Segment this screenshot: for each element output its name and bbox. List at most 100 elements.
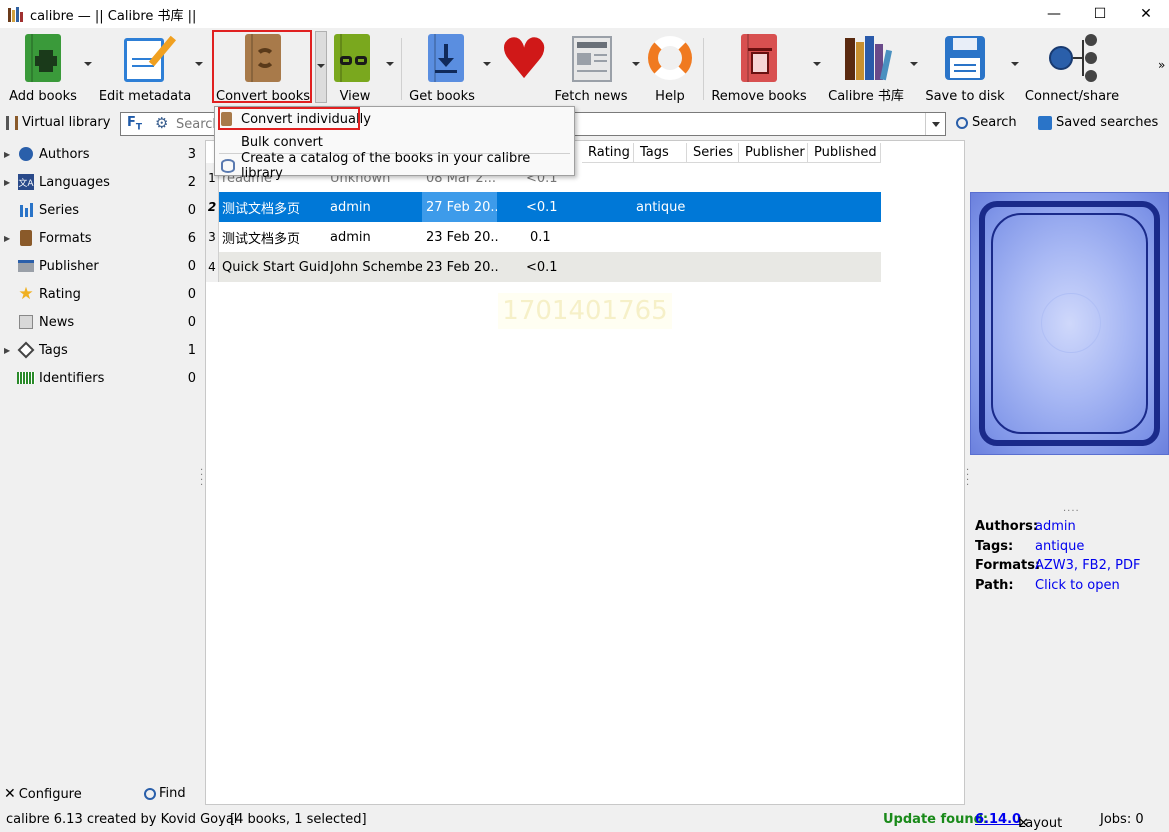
edit-metadata-button[interactable]: Edit metadata (99, 30, 191, 104)
expand-arrow-icon[interactable]: ▶ (4, 150, 10, 159)
column-header-series[interactable]: Series (687, 143, 739, 163)
connect-share-label: Connect/share (1024, 89, 1120, 104)
book-list: Rating Tags Series Publisher Published 1… (205, 140, 965, 805)
fetch-news-label: Fetch news (554, 89, 628, 104)
view-book-icon (328, 32, 382, 82)
details-splitter-handle[interactable]: ···· (1063, 506, 1080, 517)
update-found-label: Update found: (883, 812, 989, 827)
tag-category-series[interactable]: Series 0 (0, 196, 202, 224)
connect-share-button[interactable]: Connect/share (1024, 30, 1120, 104)
view-dropdown-arrow[interactable] (386, 62, 394, 66)
catalog-icon (221, 159, 235, 173)
book-details-panel: ···· Authors:admin Tags: antique Formats:… (969, 140, 1169, 805)
table-row[interactable]: 4 Quick Start Guide John Schember 23 Feb… (206, 252, 881, 282)
tag-category-identifiers[interactable]: Identifiers 0 (0, 364, 202, 392)
book-cover[interactable] (970, 192, 1169, 455)
column-header-publisher[interactable]: Publisher (739, 143, 808, 163)
convert-books-menu: Convert individually Bulk convert Create… (214, 106, 575, 181)
main-toolbar: Add books Edit metadata Convert books Vi… (0, 28, 1169, 106)
saved-searches-icon (1038, 115, 1052, 130)
menu-item-create-catalog[interactable]: Create a catalog of the books in your ca… (215, 151, 574, 181)
tags-icon (16, 340, 36, 360)
gear-icon[interactable]: ⚙ (155, 114, 168, 132)
expand-arrow-icon[interactable]: ▶ (4, 346, 10, 355)
remove-books-icon (732, 32, 786, 82)
table-row[interactable]: 3 测试文档多页 admin 23 Feb 20... 0.1 (206, 222, 881, 252)
column-header-rating[interactable]: Rating (582, 143, 634, 163)
tag-category-formats[interactable]: ▶ Formats 6 (0, 224, 202, 252)
save-disk-icon (938, 32, 992, 82)
tag-browser: ▶ Authors 3 ▶ 文A Languages 2 Series 0 ▶ … (0, 140, 202, 780)
languages-icon: 文A (16, 172, 36, 192)
minimize-button[interactable]: — (1031, 0, 1077, 28)
edit-metadata-icon (118, 32, 177, 82)
maximize-button[interactable]: ☐ (1077, 0, 1123, 28)
column-header-tags[interactable]: Tags (634, 143, 687, 163)
news-icon (16, 312, 36, 332)
search-button[interactable]: Search (956, 115, 1017, 130)
path-link[interactable]: Click to open (1035, 578, 1120, 593)
remove-books-dropdown-arrow[interactable] (813, 62, 821, 66)
find-button[interactable]: Find (144, 786, 186, 801)
expand-arrow-icon[interactable]: ▶ (4, 178, 10, 187)
tag-category-authors[interactable]: ▶ Authors 3 (0, 140, 202, 168)
convert-books-dropdown[interactable] (315, 31, 327, 103)
font-toggle-icon[interactable]: FT (127, 115, 142, 133)
calibre-library-dropdown-arrow[interactable] (910, 62, 918, 66)
add-books-dropdown-arrow[interactable] (84, 62, 92, 66)
news-icon (564, 32, 618, 82)
connect-share-icon (1045, 32, 1099, 82)
save-to-disk-dropdown-arrow[interactable] (1011, 62, 1019, 66)
add-books-button[interactable]: Add books (8, 30, 78, 104)
search-icon (144, 787, 156, 800)
column-header-published[interactable]: Published (808, 143, 881, 163)
toolbar-overflow-icon[interactable]: » (1158, 58, 1165, 72)
help-label: Help (655, 89, 685, 104)
virtual-library-button[interactable]: Virtual library (6, 115, 110, 130)
calibre-library-button[interactable]: Calibre 书库 (828, 30, 904, 104)
status-book-count: [4 books, 1 selected] (230, 812, 367, 827)
left-splitter-handle[interactable]: · · · · (200, 466, 203, 491)
tag-category-publisher[interactable]: Publisher 0 (0, 252, 202, 280)
update-version-link[interactable]: 6.14.0 (975, 812, 1021, 827)
heart-icon: ♥ (499, 27, 550, 92)
convert-individually-highlight (218, 107, 360, 130)
view-button[interactable]: View (332, 30, 378, 104)
remove-books-button[interactable]: Remove books (711, 30, 807, 104)
authors-link[interactable]: admin (1035, 519, 1076, 534)
convert-books-highlight (212, 30, 312, 103)
fetch-news-dropdown-arrow[interactable] (632, 62, 640, 66)
wrench-icon: ✕ (4, 786, 16, 802)
fetch-news-button[interactable]: Fetch news (554, 30, 628, 104)
tag-category-tags[interactable]: ▶ Tags 1 (0, 336, 202, 364)
status-version: calibre 6.13 created by Kovid Goyal (6, 812, 238, 827)
status-bar: calibre 6.13 created by Kovid Goyal [4 b… (6, 812, 1144, 831)
close-button[interactable]: ✕ (1123, 0, 1169, 28)
jobs-indicator[interactable]: Jobs: 0 (1100, 812, 1144, 827)
add-book-icon (16, 32, 70, 82)
formats-icon (16, 228, 36, 248)
series-icon (16, 200, 36, 220)
add-books-label: Add books (9, 89, 77, 104)
tags-link[interactable]: antique (1035, 539, 1084, 554)
tag-category-languages[interactable]: ▶ 文A Languages 2 (0, 168, 202, 196)
table-row-selected[interactable]: 2 测试文档多页 admin 27 Feb 20... <0.1 antique (206, 192, 881, 222)
window-title: calibre — || Calibre 书库 || (30, 8, 197, 24)
saved-searches-button[interactable]: Saved searches (1038, 115, 1158, 130)
get-books-dropdown-arrow[interactable] (483, 62, 491, 66)
tag-category-news[interactable]: News 0 (0, 308, 202, 336)
edit-metadata-dropdown-arrow[interactable] (195, 62, 203, 66)
tag-category-rating[interactable]: ★ Rating 0 (0, 280, 202, 308)
search-history-dropdown[interactable] (925, 113, 945, 135)
virtual-library-icon (6, 115, 18, 130)
expand-arrow-icon[interactable]: ▶ (4, 234, 10, 243)
get-books-button[interactable]: Get books (409, 30, 475, 104)
formats-link[interactable]: AZW3, FB2, PDF (1035, 558, 1140, 573)
help-button[interactable]: Help (643, 30, 697, 104)
menu-item-bulk-convert[interactable]: Bulk convert (215, 131, 574, 153)
authors-icon (16, 144, 36, 164)
rating-star-icon: ★ (18, 284, 34, 304)
donate-button[interactable]: ♥ (496, 30, 550, 104)
configure-button[interactable]: ✕ Configure (4, 786, 82, 802)
save-to-disk-button[interactable]: Save to disk (925, 30, 1005, 104)
